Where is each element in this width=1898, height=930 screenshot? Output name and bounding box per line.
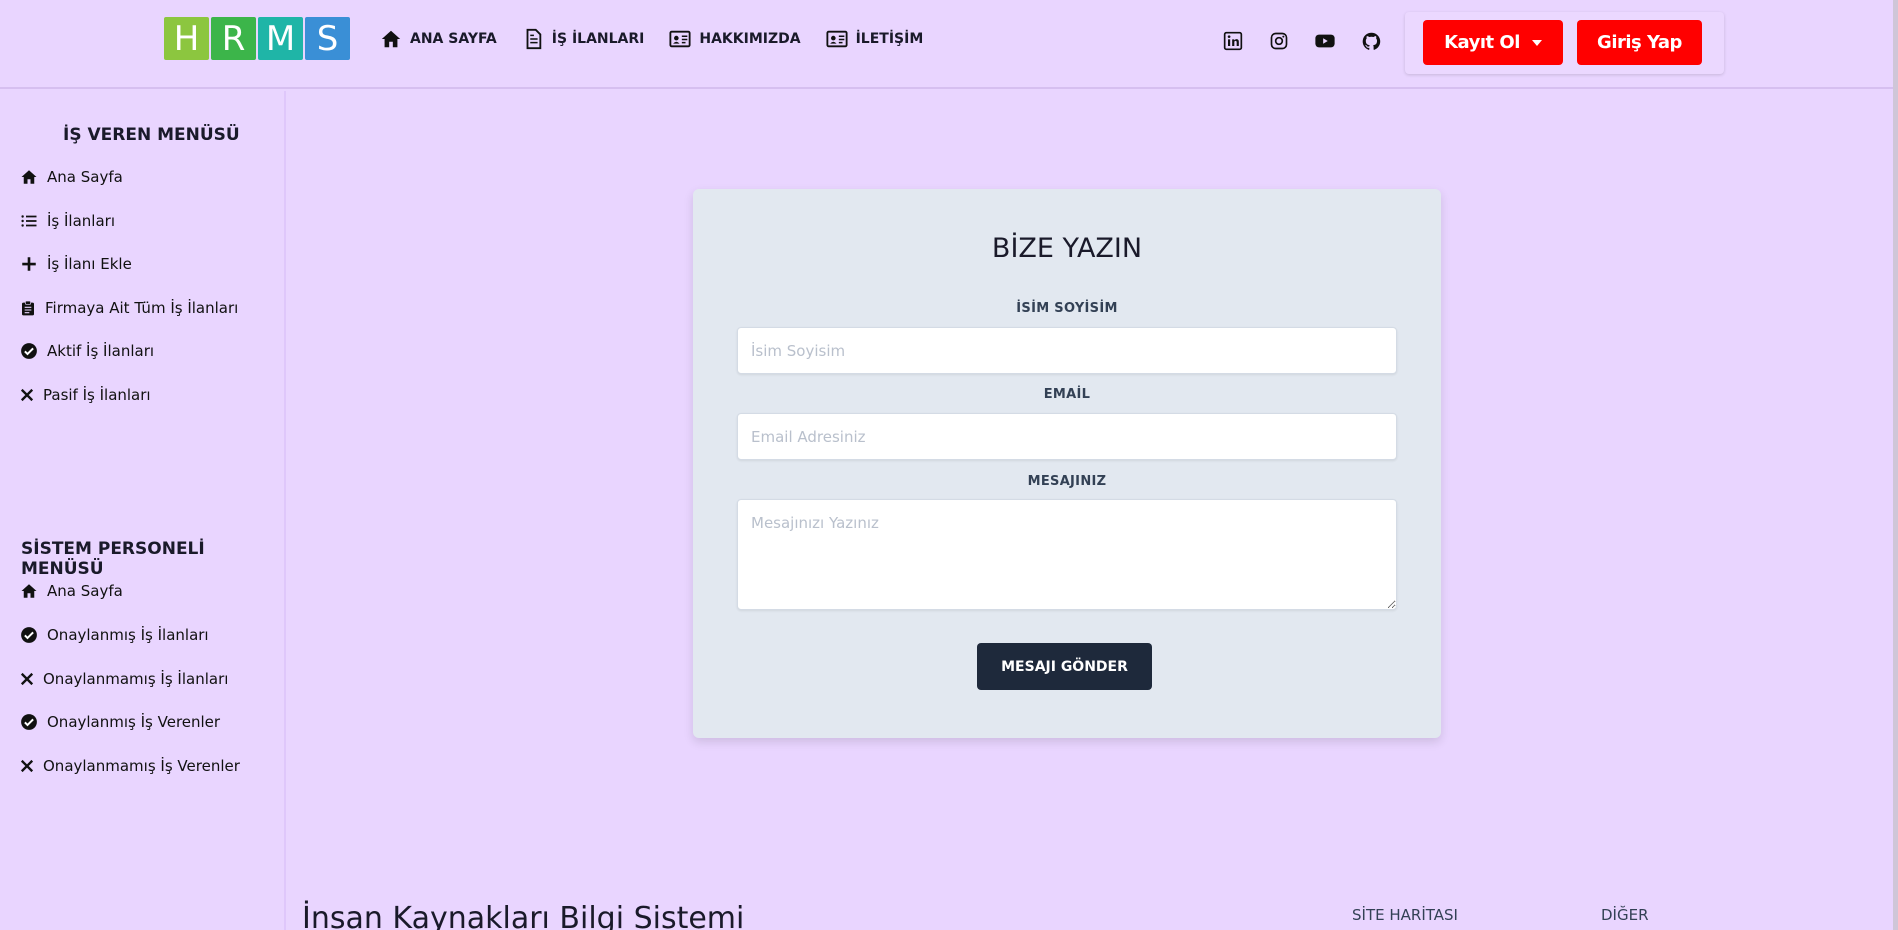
menu-label: Ana Sayfa — [47, 582, 123, 600]
menu-label: Onaylanmış İş Verenler — [47, 713, 221, 731]
logo-letter-s: S — [305, 17, 350, 60]
employer-menu-pasif-ilanlar[interactable]: Pasif İş İlanları — [20, 386, 151, 404]
employer-menu-firma-ilanlari[interactable]: Firmaya Ait Tüm İş İlanları — [20, 299, 238, 317]
menu-label: İş İlanı Ekle — [47, 255, 132, 273]
footer-title: İnsan Kaynakları Bilgi Sistemi — [302, 901, 745, 930]
check-circle-icon — [21, 627, 37, 643]
top-navbar: H R M S ANA SAYFA İŞ İLANLARI HAKKIMIZDA… — [0, 0, 1898, 89]
email-input[interactable] — [737, 413, 1397, 460]
staff-menu-ana-sayfa[interactable]: Ana Sayfa — [20, 582, 123, 600]
nav-label: HAKKIMIZDA — [699, 31, 801, 47]
main-nav: ANA SAYFA İŞ İLANLARI HAKKIMIZDA İLETİŞİ… — [380, 28, 948, 50]
home-icon — [21, 584, 37, 598]
message-textarea[interactable] — [737, 499, 1397, 610]
nav-label: İLETİŞİM — [855, 31, 924, 47]
sidebar: İŞ VEREN MENÜSÜ Ana Sayfa İş İlanları İş… — [0, 91, 286, 930]
x-icon — [20, 672, 34, 686]
logo-letter-m: M — [258, 17, 303, 60]
check-circle-icon — [21, 714, 37, 730]
employer-menu-ana-sayfa[interactable]: Ana Sayfa — [20, 168, 123, 186]
staff-menu-onaysiz-isverenler[interactable]: Onaylanmamış İş Verenler — [20, 757, 240, 775]
message-label: MESAJINIZ — [1027, 474, 1107, 489]
page-scrollbar[interactable] — [1893, 0, 1898, 930]
nav-label: ANA SAYFA — [410, 31, 497, 47]
youtube-icon[interactable] — [1314, 30, 1336, 52]
social-links — [1222, 30, 1382, 52]
footer-sitemap-heading: SİTE HARİTASI — [1352, 906, 1458, 924]
menu-label: Onaylanmamış İş Verenler — [43, 757, 240, 775]
name-input[interactable] — [737, 327, 1397, 374]
send-message-button[interactable]: MESAJI GÖNDER — [977, 643, 1152, 690]
register-dropdown-button[interactable]: Kayıt Ol — [1423, 20, 1563, 65]
menu-label: Pasif İş İlanları — [43, 386, 151, 404]
auth-buttons: Kayıt Ol Giriş Yap — [1405, 12, 1724, 74]
employer-menu-is-ilanlari[interactable]: İş İlanları — [20, 212, 115, 230]
home-icon — [381, 30, 401, 48]
email-label: EMAİL — [1043, 387, 1091, 402]
staff-menu-onayli-isverenler[interactable]: Onaylanmış İş Verenler — [20, 713, 220, 731]
staff-menu-onayli-ilanlar[interactable]: Onaylanmış İş İlanları — [20, 626, 209, 644]
plus-icon — [22, 257, 36, 271]
nav-hakkimizda[interactable]: HAKKIMIZDA — [669, 28, 801, 50]
menu-label: Onaylanmış İş İlanları — [47, 626, 209, 644]
menu-label: Aktif İş İlanları — [47, 342, 155, 360]
menu-label: Onaylanmamış İş İlanları — [43, 670, 229, 688]
home-icon — [21, 170, 37, 184]
hrms-logo[interactable]: H R M S — [164, 17, 350, 60]
logo-letter-h: H — [164, 17, 209, 60]
id-card-icon — [826, 30, 848, 48]
employer-menu-aktif-ilanlar[interactable]: Aktif İş İlanları — [20, 342, 154, 360]
register-label: Kayıt Ol — [1444, 32, 1520, 53]
menu-label: Firmaya Ait Tüm İş İlanları — [45, 299, 239, 317]
file-text-icon — [526, 28, 542, 50]
menu-label: Ana Sayfa — [47, 168, 123, 186]
linkedin-icon[interactable] — [1222, 30, 1244, 52]
contact-form-title: BİZE YAZIN — [991, 233, 1143, 264]
employer-menu-ilan-ekle[interactable]: İş İlanı Ekle — [20, 255, 132, 273]
staff-menu-onaysiz-ilanlar[interactable]: Onaylanmamış İş İlanları — [20, 670, 228, 688]
caret-down-icon — [1531, 39, 1542, 46]
contact-form-card: BİZE YAZIN İSİM SOYİSİM EMAİL MESAJINIZ … — [693, 189, 1441, 738]
name-label: İSİM SOYİSİM — [1016, 301, 1118, 316]
nav-is-ilanlari[interactable]: İŞ İLANLARI — [522, 28, 645, 50]
nav-label: İŞ İLANLARI — [551, 31, 645, 47]
footer-other-heading: DİĞER — [1601, 906, 1649, 924]
github-icon[interactable] — [1360, 30, 1382, 52]
logo-letter-r: R — [211, 17, 256, 60]
id-card-icon — [669, 30, 691, 48]
nav-iletisim[interactable]: İLETİŞİM — [826, 28, 924, 50]
nav-ana-sayfa[interactable]: ANA SAYFA — [380, 28, 497, 50]
list-icon — [21, 215, 37, 227]
menu-label: İş İlanları — [47, 212, 115, 230]
x-icon — [20, 759, 34, 773]
login-button[interactable]: Giriş Yap — [1577, 20, 1702, 65]
clipboard-icon — [22, 300, 34, 316]
employer-menu-title: İŞ VEREN MENÜSÜ — [63, 125, 240, 145]
x-icon — [20, 388, 34, 402]
check-circle-icon — [21, 343, 37, 359]
staff-menu-title: SİSTEM PERSONELİ MENÜSÜ — [21, 539, 205, 579]
instagram-icon[interactable] — [1268, 30, 1290, 52]
